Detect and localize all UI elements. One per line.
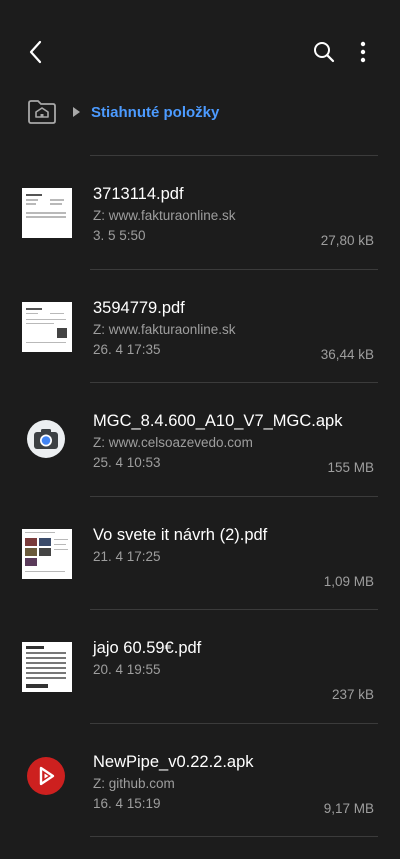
back-arrow-icon xyxy=(29,40,42,64)
pdf-page-thumbnail xyxy=(22,528,72,579)
file-row[interactable]: 3713114.pdf Z: www.fakturaonline.sk 3. 5… xyxy=(0,156,400,270)
file-source: Z: www.fakturaonline.sk xyxy=(93,321,236,337)
file-row[interactable]: jajo 60.59€.pdf 20. 4 19:55 237 kB xyxy=(0,610,400,724)
file-size: 36,44 kB xyxy=(320,346,374,362)
app-bar xyxy=(0,0,400,100)
file-row[interactable]: Vo svete it návrh (2).pdf 21. 4 17:25 1,… xyxy=(0,497,400,610)
breadcrumb: Stiahnuté položky xyxy=(24,92,219,132)
file-size: 155 MB xyxy=(327,460,374,475)
file-date: 3. 5 5:50 xyxy=(93,228,146,243)
row-divider xyxy=(90,836,378,837)
file-name: Vo svete it návrh (2).pdf xyxy=(93,525,268,544)
file-size: 9,17 MB xyxy=(323,800,374,816)
file-list: 3713114.pdf Z: www.fakturaonline.sk 3. 5… xyxy=(0,156,400,837)
file-name: 3594779.pdf xyxy=(93,298,185,317)
search-icon xyxy=(314,42,335,63)
pdf-invoice-qr-thumbnail xyxy=(22,301,72,352)
search-button[interactable] xyxy=(306,34,342,70)
file-size: 27,80 kB xyxy=(320,233,374,248)
back-button[interactable] xyxy=(18,34,54,70)
file-source: Z: www.fakturaonline.sk xyxy=(93,208,236,223)
pdf-invoice-thumbnail xyxy=(22,188,72,238)
camera-app-icon xyxy=(27,420,65,458)
file-date: 26. 4 17:35 xyxy=(93,341,161,357)
home-folder-icon xyxy=(28,100,56,124)
file-row[interactable]: NewPipe_v0.22.2.apk Z: github.com 16. 4 … xyxy=(0,724,400,837)
file-name: MGC_8.4.600_A10_V7_MGC.apk xyxy=(93,412,343,430)
file-source: Z: github.com xyxy=(93,775,175,791)
home-folder-button[interactable] xyxy=(24,94,60,130)
file-name: NewPipe_v0.22.2.apk xyxy=(93,752,254,771)
file-source: Z: www.celsoazevedo.com xyxy=(93,435,253,450)
file-size: 1,09 MB xyxy=(323,573,374,589)
breadcrumb-separator-icon xyxy=(72,106,82,118)
more-vert-icon xyxy=(360,41,366,63)
newpipe-app-icon xyxy=(27,756,65,795)
file-name: 3713114.pdf xyxy=(93,185,184,203)
file-date: 21. 4 17:25 xyxy=(93,548,161,564)
file-date: 25. 4 10:53 xyxy=(93,455,161,470)
file-row[interactable]: 3594779.pdf Z: www.fakturaonline.sk 26. … xyxy=(0,270,400,383)
file-date: 20. 4 19:55 xyxy=(93,662,161,677)
pdf-table-thumbnail xyxy=(22,642,72,692)
more-options-button[interactable] xyxy=(348,34,378,70)
breadcrumb-current-folder[interactable]: Stiahnuté položky xyxy=(91,104,219,121)
file-date: 16. 4 15:19 xyxy=(93,795,161,811)
file-size: 237 kB xyxy=(331,687,374,702)
file-row[interactable]: MGC_8.4.600_A10_V7_MGC.apk Z: www.celsoa… xyxy=(0,383,400,497)
file-name: jajo 60.59€.pdf xyxy=(93,639,202,657)
